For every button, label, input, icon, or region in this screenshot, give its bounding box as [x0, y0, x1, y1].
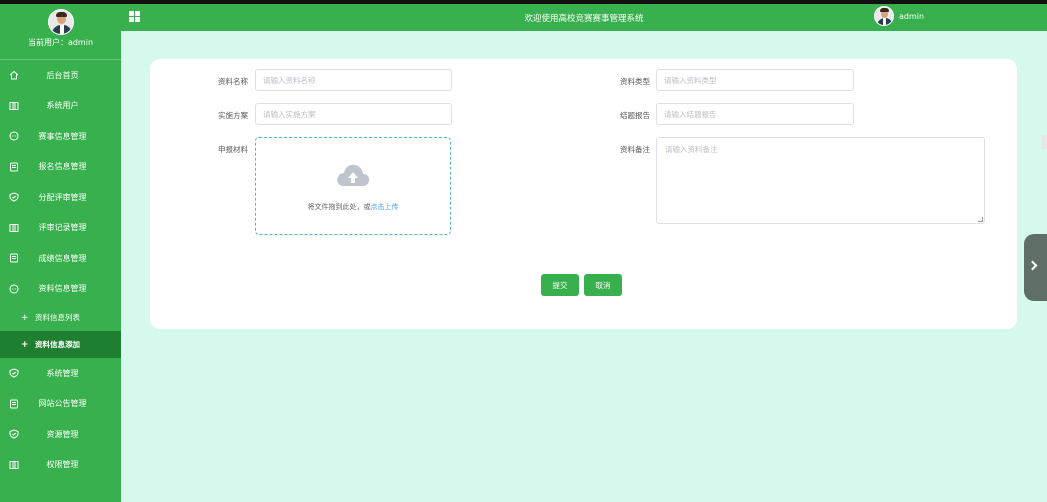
columns-icon — [9, 101, 19, 111]
chevron-right-icon — [1027, 260, 1038, 271]
columns-icon — [9, 223, 19, 233]
sidebar-item[interactable]: 网站公告管理 — [0, 389, 121, 420]
columns-icon — [9, 460, 19, 470]
plus-icon: + — [21, 312, 29, 323]
upload-link[interactable]: 点击上传 — [371, 203, 399, 211]
shield-icon — [9, 368, 19, 378]
type-input[interactable]: 请输入资料类型 — [656, 69, 854, 91]
side-panel-toggle[interactable] — [1024, 234, 1047, 301]
sidebar: 当前用户：admin 后台首页 系统用户 赛事信息管理 报名信息管理 分配评审管理 评审记… — [0, 4, 121, 502]
top-bar: 欢迎使用高校竞赛赛事管理系统 admin — [121, 4, 1047, 31]
user-avatar — [47, 9, 74, 35]
shield-icon — [9, 192, 19, 202]
sidebar-subitem-label: 资料信息添加 — [35, 340, 80, 349]
upload-dropzone[interactable]: 将文件拖到此处，或点击上传 — [255, 137, 451, 235]
sidebar-item[interactable]: 成绩信息管理 — [0, 243, 121, 274]
upload-text: 将文件拖到此处，或 — [307, 203, 371, 211]
top-user-menu[interactable]: admin — [874, 6, 924, 26]
sidebar-subitem[interactable]: + 资料信息列表 — [0, 304, 121, 331]
sidebar-item[interactable]: 系统管理 — [0, 358, 121, 389]
type-label: 资料类型 — [620, 77, 650, 86]
plus-icon: + — [21, 339, 29, 350]
sidebar-user-panel: 当前用户：admin — [0, 9, 121, 60]
plan-label: 实施方案 — [218, 111, 248, 120]
sidebar-item[interactable]: 资源管理 — [0, 419, 121, 450]
sidebar-item[interactable]: 后台首页 — [0, 60, 121, 91]
document-icon — [9, 253, 19, 263]
sidebar-item[interactable]: 报名信息管理 — [0, 152, 121, 183]
sidebar-item[interactable]: 评审记录管理 — [0, 213, 121, 244]
sidebar-item[interactable]: 分配评审管理 — [0, 182, 121, 213]
plan-input[interactable]: 请输入实施方案 — [255, 103, 452, 125]
submit-button[interactable]: 提交 — [541, 274, 579, 296]
sidebar-subitem-label: 资料信息列表 — [35, 313, 80, 322]
upload-hint: 将文件拖到此处，或点击上传 — [256, 202, 450, 212]
sidebar-item[interactable]: 赛事信息管理 — [0, 121, 121, 152]
current-user-text: 当前用户：admin — [0, 37, 121, 48]
sidebar-subitem[interactable]: + 资料信息添加 — [0, 331, 121, 358]
edge-tab — [1041, 135, 1047, 149]
shield-icon — [9, 429, 19, 439]
report-label: 结题报告 — [620, 111, 650, 120]
home-icon — [9, 70, 19, 80]
top-username: admin — [899, 11, 925, 21]
sidebar-item[interactable]: 系统用户 — [0, 91, 121, 122]
chat-icon — [9, 284, 19, 294]
current-user-name: admin — [67, 38, 94, 47]
material-label: 申报材料 — [218, 145, 248, 154]
remark-label: 资料备注 — [620, 145, 650, 154]
chat-icon — [9, 131, 19, 141]
report-input[interactable]: 请输入结题报告 — [656, 103, 854, 125]
cancel-button[interactable]: 取消 — [584, 274, 622, 296]
cloud-upload-icon — [337, 164, 370, 186]
remark-textarea[interactable]: 请输入资料备注 — [656, 137, 985, 224]
name-label: 资料名称 — [218, 77, 248, 86]
sidebar-item[interactable]: 权限管理 — [0, 450, 121, 481]
document-icon — [9, 399, 19, 409]
resize-handle-icon[interactable] — [978, 217, 983, 222]
current-user-label: 当前用户： — [27, 38, 68, 47]
top-user-avatar — [874, 6, 894, 26]
form-card: 资料名称 请输入资料名称 资料类型 请输入资料类型 实施方案 请输入实施方案 结… — [150, 59, 1017, 329]
sidebar-item[interactable]: 资料信息管理 — [0, 274, 121, 305]
name-input[interactable]: 请输入资料名称 — [255, 69, 452, 91]
document-icon — [9, 162, 19, 172]
